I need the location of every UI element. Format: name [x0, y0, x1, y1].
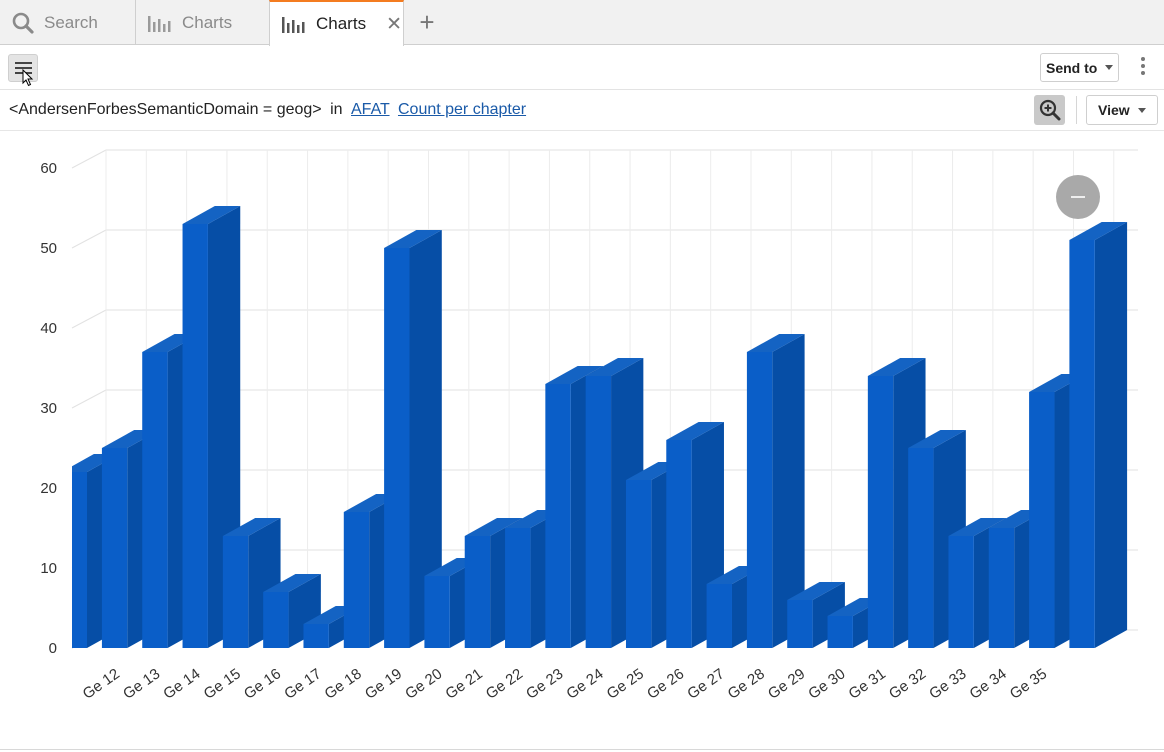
search-icon	[12, 12, 34, 34]
source-link[interactable]: AFAT	[351, 101, 390, 118]
x-tick-label: Ge 33	[926, 665, 969, 702]
add-tab-icon[interactable]: +	[414, 9, 440, 35]
y-tick-label: 0	[49, 640, 57, 657]
zoom-in-icon	[1039, 99, 1060, 121]
divider	[1076, 96, 1077, 124]
x-tick-label: Ge 24	[563, 665, 606, 702]
bar-chart: 0102030405060 Ge 12Ge 13Ge 14Ge 15Ge 16G…	[40, 149, 1138, 703]
tab-label: Charts	[316, 14, 367, 33]
x-tick-label: Ge 20	[402, 665, 445, 702]
query-description: <AndersenForbesSemanticDomain = geog> in…	[9, 101, 526, 119]
x-tick-label: Ge 34	[967, 665, 1010, 702]
bar-chart-icon	[148, 14, 172, 32]
measure-link[interactable]: Count per chapter	[398, 101, 526, 118]
menu-icon[interactable]	[8, 54, 38, 87]
close-icon[interactable]: ✕	[386, 13, 402, 36]
minus-icon	[1071, 196, 1085, 198]
query-in: in	[330, 101, 343, 118]
query-expression: <AndersenForbesSemanticDomain = geog>	[9, 101, 322, 118]
toolbar: Send to	[0, 45, 1164, 90]
y-tick-label: 50	[40, 240, 57, 257]
tab-charts-1[interactable]: Charts	[136, 0, 270, 45]
x-tick-label: Ge 19	[362, 665, 405, 702]
query-bar: <AndersenForbesSemanticDomain = geog> in…	[0, 90, 1164, 131]
tab-search[interactable]: Search	[0, 0, 136, 45]
x-tick-label: Ge 30	[805, 665, 848, 702]
collapse-button[interactable]	[1056, 175, 1100, 219]
y-tick-label: 30	[40, 400, 57, 417]
view-label: View	[1098, 102, 1130, 118]
x-tick-label: Ge 22	[483, 665, 526, 702]
divider	[0, 749, 1164, 750]
x-tick-label: Ge 29	[765, 665, 808, 702]
x-axis: Ge 12Ge 13Ge 14Ge 15Ge 16Ge 17Ge 18Ge 19…	[80, 665, 1050, 702]
x-tick-label: Ge 25	[604, 665, 647, 702]
tab-label: Charts	[182, 12, 233, 32]
x-tick-label: Ge 14	[160, 665, 203, 702]
x-tick-label: Ge 31	[846, 665, 889, 702]
x-tick-label: Ge 26	[644, 665, 687, 702]
send-to-label: Send to	[1046, 59, 1098, 76]
chart-bars	[72, 206, 1128, 648]
chevron-down-icon	[1105, 65, 1114, 70]
x-tick-label: Ge 27	[684, 665, 727, 702]
chevron-down-icon	[1137, 107, 1146, 113]
y-axis: 0 10 20 30 40 50 60	[40, 160, 57, 657]
send-to-button[interactable]: Send to	[1040, 53, 1119, 82]
x-tick-label: Ge 32	[886, 665, 929, 702]
x-tick-label: Ge 17	[281, 665, 324, 702]
y-tick-label: 10	[40, 560, 57, 577]
view-button[interactable]: View	[1086, 95, 1158, 125]
tab-charts-2[interactable]: Charts ✕	[269, 0, 404, 46]
bar	[1069, 222, 1128, 648]
x-tick-label: Ge 18	[322, 665, 365, 702]
tab-label: Search	[44, 12, 98, 32]
x-tick-label: Ge 12	[80, 665, 123, 702]
bar-chart-icon	[282, 15, 306, 33]
more-options-icon[interactable]	[1139, 57, 1147, 79]
y-tick-label: 20	[40, 480, 57, 497]
x-tick-label: Ge 35	[1007, 665, 1050, 702]
cursor-icon	[22, 69, 34, 87]
y-tick-label: 40	[40, 320, 57, 337]
x-tick-label: Ge 16	[241, 665, 284, 702]
x-tick-label: Ge 23	[523, 665, 566, 702]
x-tick-label: Ge 15	[201, 665, 244, 702]
x-tick-label: Ge 21	[442, 665, 485, 702]
x-tick-label: Ge 28	[725, 665, 768, 702]
x-tick-label: Ge 13	[120, 665, 163, 702]
y-tick-label: 60	[40, 160, 57, 177]
zoom-in-button[interactable]	[1034, 95, 1065, 125]
tab-bar: Search Charts Charts ✕ +	[0, 0, 1164, 46]
